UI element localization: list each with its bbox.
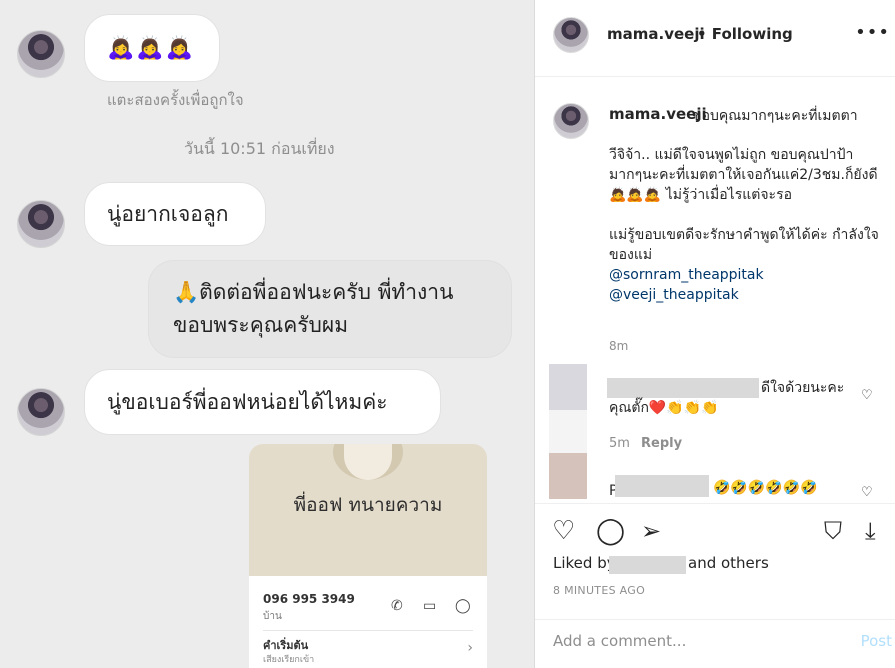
liked-by-suffix[interactable]: and others [688, 554, 769, 572]
message-text: นู่ขอเบอร์พี่ออฟหน่อยได้ไหมค่ะ [107, 389, 388, 414]
like-comment-icon[interactable]: ♡ [861, 485, 873, 500]
comment-input[interactable]: Add a comment... [553, 632, 686, 650]
heart-icon[interactable]: ♡ [552, 516, 575, 546]
commenter-avatar [549, 410, 587, 456]
contact-phone-label: บ้าน [263, 611, 282, 622]
redacted-liker [609, 556, 686, 574]
caption-paragraph: วีจิจ้า.. แม่ดีใจจนพูดไม่ถูก ขอบคุณปาป้า… [609, 147, 878, 203]
contact-card-details: 096 995 3949 บ้าน ✆ ▭ ◯ คำเริ่มต้น เสียง… [249, 576, 487, 668]
message-bubble-own: 🙏ติดต่อพี่ออฟนะครับ พี่ทำงานขอบพระคุณครั… [148, 260, 512, 358]
reaction-emojis: 🙇‍♀️🙇‍♀️🙇‍♀️ [107, 35, 196, 61]
post-time-ago: 8 MINUTES AGO [553, 584, 646, 597]
contact-card-header[interactable]: พี่ออฟ ทนายความ [249, 444, 487, 576]
avatar [17, 200, 65, 248]
more-options-icon[interactable]: ••• [855, 22, 890, 43]
following-label[interactable]: • Following [697, 25, 793, 43]
add-comment-bar: Add a comment... Post [535, 619, 895, 668]
caption-paragraph: แม่รู้ขอบเขตดีจะรักษาคำพูดให้ได้ค่ะ กำลั… [609, 227, 879, 263]
message-icon[interactable]: ◯ [455, 598, 471, 614]
avatar [17, 388, 65, 436]
divider [263, 630, 473, 631]
mention-link[interactable]: @veeji_theappitak [609, 285, 879, 305]
message-text: นู่อยากเจอลูก [107, 201, 229, 226]
redacted-username [615, 475, 709, 497]
comment-text: 🤣🤣🤣🤣🤣🤣 [713, 480, 818, 496]
comment-text: ดีใจด้วยนะคะคุณตั๊ก❤️👏👏👏 [609, 378, 849, 418]
instagram-post-panel: mama.veeji • Following ••• mama.veeji ขอ… [534, 0, 895, 668]
download-icon[interactable]: ⤓ [865, 516, 876, 546]
share-icon[interactable]: ➢ [641, 516, 661, 546]
message-bubble: นู่ขอเบอร์พี่ออฟหน่อยได้ไหมค่ะ [84, 369, 441, 435]
caption-body: วีจิจ้า.. แม่ดีใจจนพูดไม่ถูก ขอบคุณปาป้า… [609, 145, 879, 305]
commenter-avatar[interactable] [549, 453, 587, 499]
liked-by-prefix: Liked by [553, 554, 616, 572]
chat-screenshot: 🙇‍♀️🙇‍♀️🙇‍♀️ แตะสองครั้งเพื่อถูกใจ วันนี… [0, 0, 534, 668]
post-header: mama.veeji • Following ••• [535, 0, 895, 77]
contact-phone[interactable]: 096 995 3949 [263, 592, 355, 606]
chat-timestamp: วันนี้ 10:51 ก่อนเที่ยง [184, 139, 335, 158]
post-username[interactable]: mama.veeji [607, 25, 705, 43]
post-button[interactable]: Post [861, 632, 892, 650]
post-actions: ♡ ◯ ➢ ⛉ ⤓ Liked by and others 8 MINUTES … [535, 503, 895, 619]
avatar[interactable] [553, 17, 589, 53]
comment-time: 5m [609, 436, 630, 451]
video-call-icon[interactable]: ▭ [423, 598, 436, 614]
commenter-avatar[interactable] [549, 364, 587, 410]
phone-icon[interactable]: ✆ [391, 598, 403, 614]
caption-first-line: ขอบคุณมากๆนะคะที่เมตตา [692, 108, 858, 124]
post-comments-area: mama.veeji ขอบคุณมากๆนะคะที่เมตตา วีจิจ้… [535, 77, 895, 503]
reaction-bubble: 🙇‍♀️🙇‍♀️🙇‍♀️ [84, 14, 220, 82]
avatar [17, 30, 65, 78]
reply-button[interactable]: Reply [641, 436, 682, 451]
bookmark-icon[interactable]: ⛉ [824, 516, 842, 546]
like-comment-icon[interactable]: ♡ [861, 388, 873, 403]
double-tap-hint: แตะสองครั้งเพื่อถูกใจ [107, 91, 244, 109]
caption-time: 8m [609, 339, 629, 353]
chevron-right-icon[interactable]: › [467, 640, 473, 656]
avatar[interactable] [553, 103, 589, 139]
comment-icon[interactable]: ◯ [596, 516, 625, 546]
contact-ringtone-label: เสียงเรียกเข้า [263, 655, 315, 665]
mention-link[interactable]: @sornram_theappitak [609, 265, 879, 285]
comment-text-content: ดีใจด้วยนะคะคุณตั๊ก❤️👏👏👏 [609, 380, 845, 416]
message-text: 🙏ติดต่อพี่ออฟนะครับ พี่ทำงานขอบพระคุณครั… [173, 280, 454, 337]
message-bubble: นู่อยากเจอลูก [84, 182, 266, 246]
contact-name: พี่ออฟ ทนายความ [293, 494, 443, 516]
